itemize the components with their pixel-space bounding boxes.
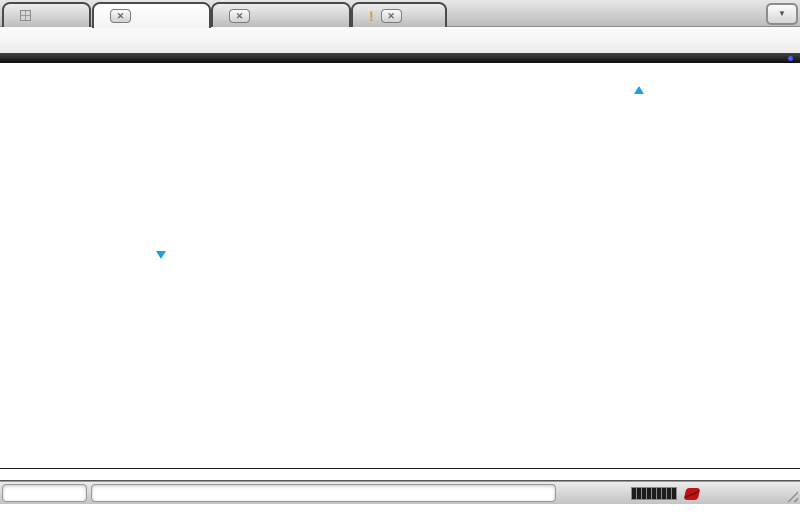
warning-icon: ! — [369, 7, 374, 24]
sweep-footer-bar — [0, 468, 800, 481]
marker-d2-icon[interactable] — [634, 86, 644, 94]
trace-tag — [788, 53, 796, 63]
settings-bar — [0, 27, 800, 53]
analyzer-window: ✕ ✕ ! ✕ ▼ — [0, 0, 800, 504]
tab-list-dropdown-button[interactable]: ▼ — [766, 3, 798, 25]
rbw-status-led — [240, 32, 248, 39]
tab-bar: ✕ ✕ ! ✕ ▼ — [0, 0, 800, 28]
multiview-grid-icon — [20, 10, 31, 21]
close-icon[interactable]: ✕ — [229, 8, 250, 23]
tab-iq-analyzer[interactable]: ✕ — [211, 2, 351, 27]
mute-icon[interactable] — [683, 488, 701, 500]
sweep-title-bar — [0, 53, 800, 63]
status-bar — [0, 481, 800, 504]
marker-m1-icon[interactable] — [156, 251, 166, 259]
status-entry-field-large[interactable] — [91, 484, 556, 502]
trace-dot-icon — [788, 55, 793, 61]
close-icon[interactable]: ✕ — [380, 8, 402, 23]
spectrum-plot — [0, 63, 800, 468]
tab-multiview[interactable] — [2, 2, 91, 27]
resize-grip-icon[interactable] — [783, 487, 798, 502]
spectrum-plot-canvas[interactable] — [0, 63, 800, 468]
close-icon[interactable]: ✕ — [110, 9, 131, 23]
status-entry-field-small[interactable] — [2, 484, 87, 502]
tab-vsa[interactable]: ! ✕ — [351, 2, 447, 27]
tab-spectrum[interactable]: ✕ — [92, 2, 211, 28]
progress-bar — [631, 487, 677, 500]
